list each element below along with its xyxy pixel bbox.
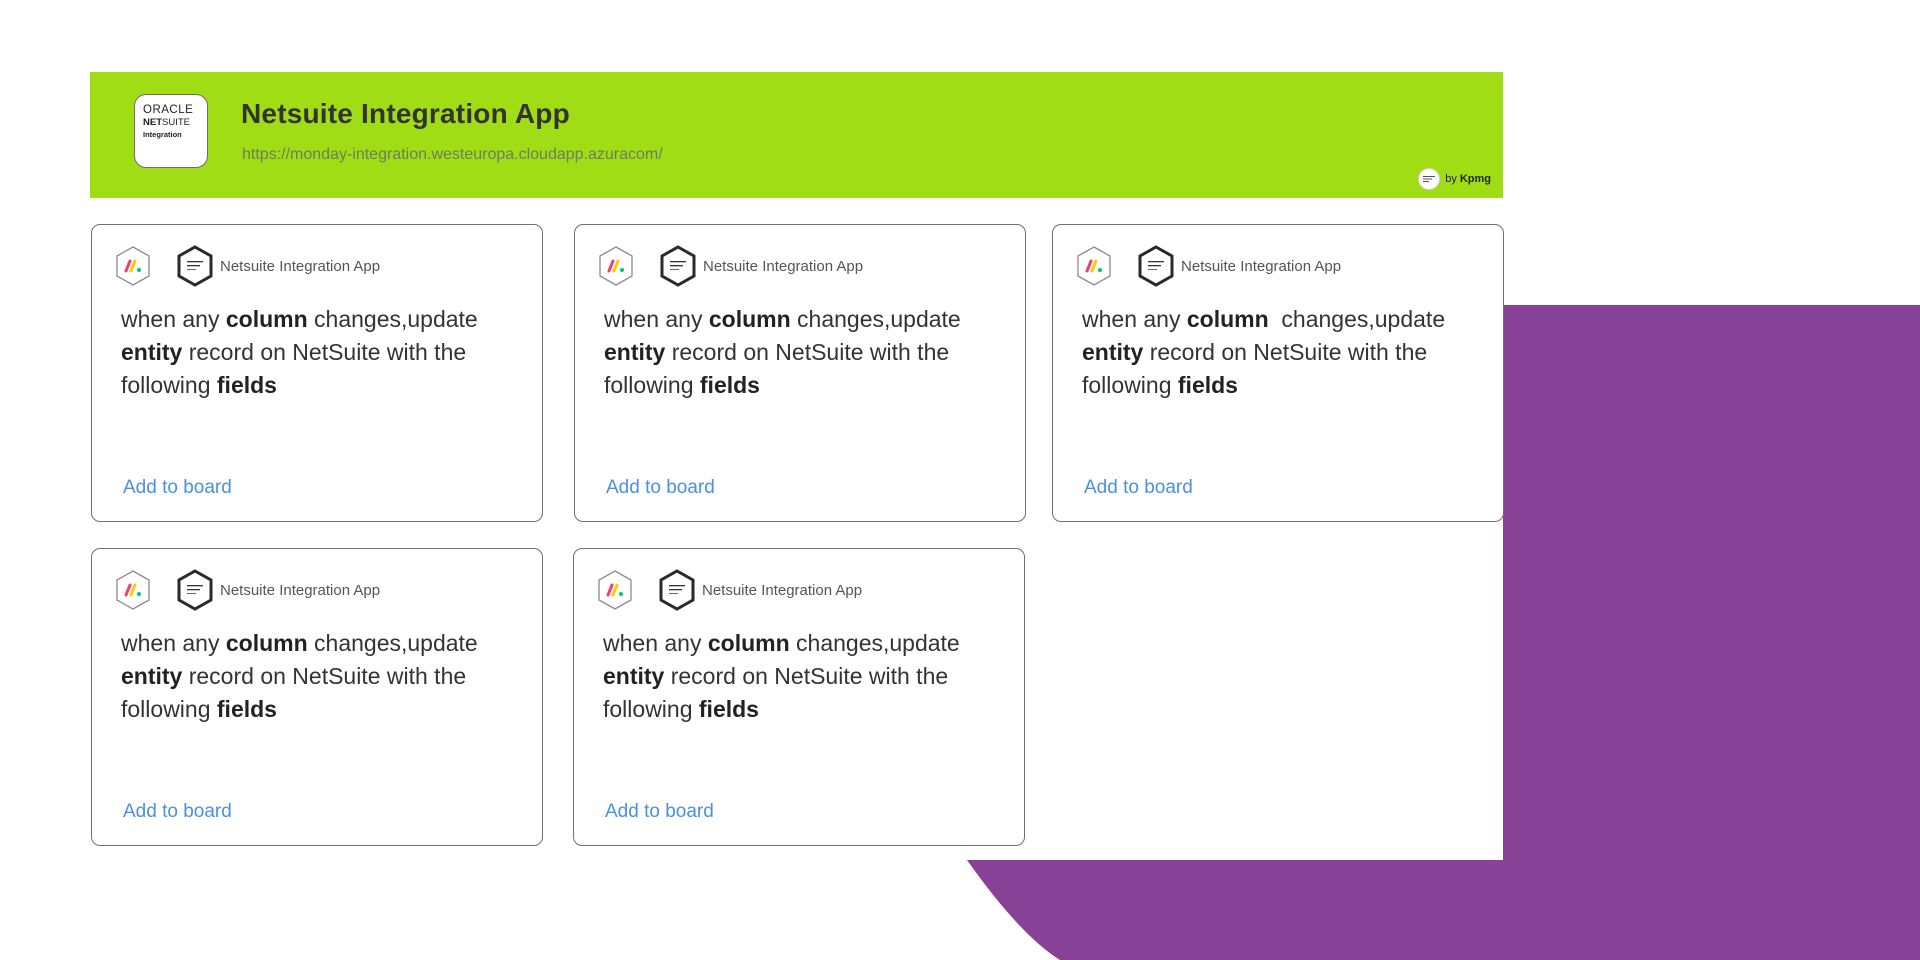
app-header-banner: ORACLE NETSUITE Integration Netsuite Int… xyxy=(90,72,1503,198)
card-description: when any column changes,update entity re… xyxy=(603,627,1003,726)
description-text: when any xyxy=(1082,306,1187,332)
add-to-board-link[interactable]: Add to board xyxy=(605,801,714,823)
netsuite-hex-icon xyxy=(660,245,696,287)
monday-hex-icon xyxy=(599,246,633,286)
description-keyword-fields: fields xyxy=(216,372,277,398)
description-keyword-column: column xyxy=(707,630,790,656)
description-text: changes,update xyxy=(307,306,485,332)
description-keyword-column: column xyxy=(225,306,308,332)
description-keyword-fields: fields xyxy=(699,372,760,398)
vendor-name: Kpmg xyxy=(1459,173,1491,185)
logo-net: NET xyxy=(143,117,162,128)
logo-line-oracle: ORACLE xyxy=(143,104,194,116)
vendor-prefix: by xyxy=(1445,173,1457,185)
card-header: Netsuite Integration App xyxy=(114,569,380,611)
add-to-board-link[interactable]: Add to board xyxy=(606,477,715,499)
description-text: when any xyxy=(604,306,709,332)
description-keyword-entity: entity xyxy=(1082,339,1144,365)
description-text: when any xyxy=(603,630,708,656)
netsuite-hex-icon xyxy=(177,245,213,287)
add-to-board-link[interactable]: Add to board xyxy=(1084,477,1193,499)
monday-hex-icon xyxy=(598,570,632,610)
add-to-board-link[interactable]: Add to board xyxy=(123,801,232,823)
card-header: Netsuite Integration App xyxy=(1075,245,1341,287)
integration-card: Netsuite Integration App when any column… xyxy=(91,224,543,522)
card-description: when any column changes,update entity re… xyxy=(121,303,521,402)
card-header: Netsuite Integration App xyxy=(114,245,380,287)
description-keyword-entity: entity xyxy=(121,339,183,365)
description-keyword-column: column xyxy=(708,306,791,332)
card-header: Netsuite Integration App xyxy=(597,245,863,287)
card-description: when any column changes,update entity re… xyxy=(604,303,1004,402)
description-keyword-fields: fields xyxy=(698,696,759,722)
description-keyword-entity: entity xyxy=(604,339,666,365)
description-text: changes,update xyxy=(790,306,968,332)
card-app-name: Netsuite Integration App xyxy=(220,257,381,275)
integration-card: Netsuite Integration App when any column… xyxy=(574,224,1026,522)
card-app-name: Netsuite Integration App xyxy=(703,257,864,275)
app-url-link[interactable]: https://monday-integration.westeuropa.cl… xyxy=(242,146,663,164)
description-keyword-entity: entity xyxy=(121,663,183,689)
card-description: when any column changes,update entity re… xyxy=(1082,303,1482,402)
logo-suite: SUITE xyxy=(162,117,190,128)
card-app-name: Netsuite Integration App xyxy=(1181,257,1342,275)
description-text: when any xyxy=(121,630,226,656)
page: ORACLE NETSUITE Integration Netsuite Int… xyxy=(0,0,1920,960)
description-keyword-fields: fields xyxy=(1177,372,1238,398)
vendor-badge: by Kpmg xyxy=(1418,168,1491,190)
monday-hex-icon xyxy=(116,570,150,610)
card-header: Netsuite Integration App xyxy=(596,569,862,611)
card-description: when any column changes,update entity re… xyxy=(121,627,521,726)
page-title: Netsuite Integration App xyxy=(241,98,570,129)
netsuite-hex-icon xyxy=(1138,245,1174,287)
description-text: when any xyxy=(121,306,226,332)
integration-card: Netsuite Integration App when any column… xyxy=(1052,224,1504,522)
logo-line-netsuite: NETSUITE xyxy=(143,117,207,129)
card-app-name: Netsuite Integration App xyxy=(702,581,863,599)
integration-card: Netsuite Integration App when any column… xyxy=(91,548,543,846)
add-to-board-link[interactable]: Add to board xyxy=(123,477,232,499)
content-panel: ORACLE NETSUITE Integration Netsuite Int… xyxy=(90,72,1504,860)
description-keyword-column: column xyxy=(225,630,308,656)
monday-hex-icon xyxy=(1077,246,1111,286)
netsuite-app-logo: ORACLE NETSUITE Integration xyxy=(134,94,208,168)
monday-hex-icon xyxy=(116,246,150,286)
description-text: changes,update xyxy=(307,630,485,656)
description-text: changes,update xyxy=(789,630,967,656)
vendor-logo-icon xyxy=(1418,168,1441,190)
description-keyword-entity: entity xyxy=(603,663,665,689)
netsuite-hex-icon xyxy=(177,569,213,611)
card-app-name: Netsuite Integration App xyxy=(220,581,381,599)
netsuite-hex-icon xyxy=(659,569,695,611)
description-keyword-fields: fields xyxy=(216,696,277,722)
description-text: changes,update xyxy=(1268,306,1452,332)
logo-line-integration: Integration xyxy=(143,130,182,139)
description-keyword-column: column xyxy=(1186,306,1269,332)
integration-card: Netsuite Integration App when any column… xyxy=(573,548,1025,846)
